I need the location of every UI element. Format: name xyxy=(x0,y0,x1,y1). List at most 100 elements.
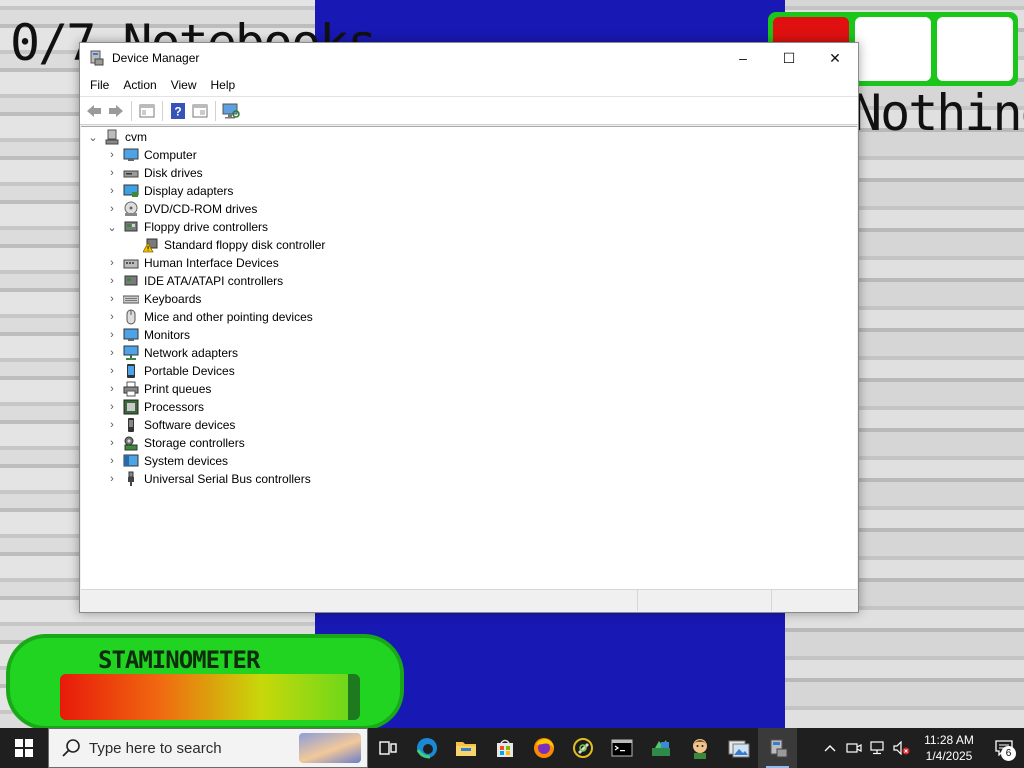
help-icon[interactable]: ? xyxy=(167,100,189,122)
tree-category-ide-controllers[interactable]: › IDE ATA/ATAPI controllers xyxy=(81,272,857,290)
tree-category-dvd-drives[interactable]: › DVD/CD-ROM drives xyxy=(81,200,857,218)
chevron-right-icon[interactable]: › xyxy=(105,272,119,290)
status-pane xyxy=(638,590,772,611)
chevron-right-icon[interactable]: › xyxy=(105,380,119,398)
firefox-icon[interactable] xyxy=(524,728,563,768)
stamina-fill xyxy=(60,674,348,720)
search-icon xyxy=(62,739,80,757)
tree-category-software-devices[interactable]: › Software devices xyxy=(81,416,857,434)
system-tray: 11:28 AM 1/4/2025 6 xyxy=(818,728,1024,768)
chevron-right-icon[interactable]: › xyxy=(105,182,119,200)
tree-category-display-adapters[interactable]: › Display adapters xyxy=(81,182,857,200)
webcam-icon[interactable] xyxy=(842,728,866,768)
search-box[interactable]: Type here to search xyxy=(48,728,368,768)
device-manager-window: Device Manager – ☐ ✕ File Action View He… xyxy=(79,42,859,613)
chevron-right-icon[interactable]: › xyxy=(105,146,119,164)
tree-category-label: Mice and other pointing devices xyxy=(144,310,313,324)
menu-bar: File Action View Help xyxy=(80,73,858,97)
chevron-down-icon[interactable]: ⌄ xyxy=(86,128,100,146)
tree-category-usb-controllers[interactable]: › Universal Serial Bus controllers xyxy=(81,470,857,488)
chevron-right-icon[interactable]: › xyxy=(105,434,119,452)
tree-category-disk-drives[interactable]: › Disk drives xyxy=(81,164,857,182)
tree-category-label: Monitors xyxy=(144,328,191,342)
network-icon[interactable] xyxy=(866,728,890,768)
forward-icon[interactable] xyxy=(105,100,127,122)
show-hide-icon[interactable] xyxy=(189,100,211,122)
window-title: Device Manager xyxy=(112,51,200,65)
chevron-right-icon[interactable]: › xyxy=(105,344,119,362)
terminal-icon[interactable] xyxy=(602,728,641,768)
status-bar xyxy=(81,589,857,611)
store-icon[interactable] xyxy=(485,728,524,768)
volume-muted-icon[interactable] xyxy=(890,728,914,768)
tree-category-network-adapters[interactable]: › Network adapters xyxy=(81,344,857,362)
tree-root[interactable]: ⌄ cvm xyxy=(81,128,857,146)
chevron-down-icon[interactable]: ⌄ xyxy=(105,218,119,236)
tree-category-processors[interactable]: › Processors xyxy=(81,398,857,416)
stamina-label: STAMINOMETER xyxy=(98,646,260,674)
chevron-right-icon[interactable]: › xyxy=(105,254,119,272)
minimize-button[interactable]: – xyxy=(720,43,766,73)
tree-category-label: Storage controllers xyxy=(144,436,245,450)
app-icon[interactable] xyxy=(641,728,680,768)
tree-category-label: Universal Serial Bus controllers xyxy=(144,472,311,486)
chevron-right-icon[interactable]: › xyxy=(105,470,119,488)
photos-icon[interactable] xyxy=(719,728,758,768)
processor-icon xyxy=(123,399,139,415)
clock[interactable]: 11:28 AM 1/4/2025 xyxy=(914,732,984,764)
display-adapter-icon xyxy=(123,184,139,197)
chevron-right-icon[interactable]: › xyxy=(105,398,119,416)
tree-device-floppy-controller[interactable]: Standard floppy disk controller xyxy=(81,236,857,254)
tree-category-computer[interactable]: › Computer xyxy=(81,146,857,164)
file-explorer-icon[interactable] xyxy=(446,728,485,768)
tree-category-label: Human Interface Devices xyxy=(144,256,279,270)
chevron-right-icon[interactable]: › xyxy=(105,200,119,218)
chevron-right-icon[interactable]: › xyxy=(105,362,119,380)
menu-action[interactable]: Action xyxy=(116,78,163,92)
device-manager-taskbar-icon[interactable] xyxy=(758,728,797,768)
tree-category-monitors[interactable]: › Monitors xyxy=(81,326,857,344)
chevron-right-icon[interactable]: › xyxy=(105,290,119,308)
maximize-button[interactable]: ☐ xyxy=(766,43,812,73)
staminometer: STAMINOMETER xyxy=(6,634,404,728)
tree-category-print-queues[interactable]: › Print queues xyxy=(81,380,857,398)
menu-help[interactable]: Help xyxy=(204,78,243,92)
notification-badge: 6 xyxy=(1001,746,1016,761)
avatar-app-icon[interactable] xyxy=(680,728,719,768)
scan-hardware-icon[interactable] xyxy=(220,100,242,122)
chevron-up-icon[interactable] xyxy=(818,728,842,768)
menu-view[interactable]: View xyxy=(164,78,204,92)
tree-category-label: Floppy drive controllers xyxy=(144,220,269,234)
tree-category-label: Software devices xyxy=(144,418,236,432)
taskbar: Type here to search 11:28 AM 1/4/2025 6 xyxy=(0,728,1024,768)
start-button[interactable] xyxy=(0,728,48,768)
properties-icon[interactable] xyxy=(136,100,158,122)
edge-icon[interactable] xyxy=(407,728,446,768)
toolbar: ? xyxy=(80,97,858,125)
search-highlight-image xyxy=(299,733,361,763)
tree-category-system-devices[interactable]: › System devices xyxy=(81,452,857,470)
tree-category-keyboards[interactable]: › Keyboards xyxy=(81,290,857,308)
close-button[interactable]: ✕ xyxy=(812,43,858,73)
chevron-right-icon[interactable]: › xyxy=(105,452,119,470)
notification-center-button[interactable]: 6 xyxy=(984,728,1024,768)
tree-category-hid[interactable]: › Human Interface Devices xyxy=(81,254,857,272)
back-icon[interactable] xyxy=(83,100,105,122)
tree-category-storage-controllers[interactable]: › Storage controllers xyxy=(81,434,857,452)
menu-file[interactable]: File xyxy=(83,78,116,92)
chevron-right-icon[interactable]: › xyxy=(105,416,119,434)
tree-category-label: Network adapters xyxy=(144,346,239,360)
status-pane xyxy=(772,590,857,611)
tree-category-label: Print queues xyxy=(144,382,212,396)
monitor-icon xyxy=(123,328,139,341)
tree-category-portable-devices[interactable]: › Portable Devices xyxy=(81,362,857,380)
warning-device-icon xyxy=(142,237,159,253)
chevron-right-icon[interactable]: › xyxy=(105,308,119,326)
tree-category-floppy-controllers[interactable]: ⌄ Floppy drive controllers xyxy=(81,218,857,236)
chevron-right-icon[interactable]: › xyxy=(105,326,119,344)
task-view-icon[interactable] xyxy=(368,728,407,768)
tool-icon[interactable] xyxy=(563,728,602,768)
chevron-right-icon[interactable]: › xyxy=(105,164,119,182)
title-bar[interactable]: Device Manager – ☐ ✕ xyxy=(80,43,858,73)
tree-category-mice[interactable]: › Mice and other pointing devices xyxy=(81,308,857,326)
